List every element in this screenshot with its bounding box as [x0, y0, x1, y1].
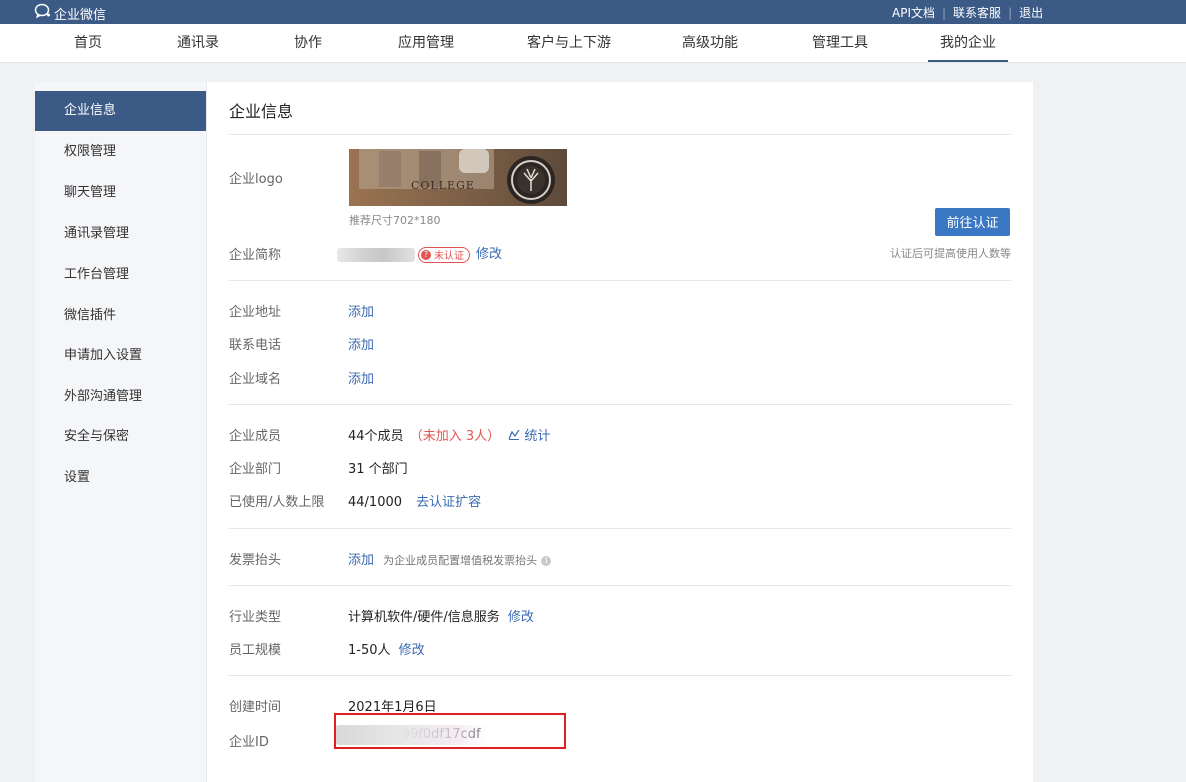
domain-label: 企业域名	[229, 372, 282, 387]
tab-app-management[interactable]: 应用管理	[396, 24, 456, 62]
industry-value: 计算机软件/硬件/信息服务	[348, 610, 500, 625]
usage-row: 44/1000 去认证扩容	[348, 491, 481, 510]
add-domain-link[interactable]: 添加	[348, 368, 374, 387]
add-address-link[interactable]: 添加	[348, 301, 374, 320]
divider	[229, 280, 1011, 281]
verify-tip: 认证后可提高使用人数等	[890, 247, 1011, 260]
divider	[229, 675, 1011, 676]
short-name-row: ? 未认证 修改	[337, 243, 502, 263]
question-icon: ?	[421, 249, 431, 260]
invoice-label: 发票抬头	[229, 553, 282, 568]
department-count: 31 个部门	[348, 462, 408, 477]
tab-management-tools[interactable]: 管理工具	[810, 24, 870, 62]
sidebar-item-join-settings[interactable]: 申请加入设置	[35, 336, 206, 376]
redacted-name	[337, 247, 415, 262]
divider	[229, 585, 1011, 586]
sidebar-item-chat-management[interactable]: 聊天管理	[35, 173, 206, 213]
usage-value: 44/1000	[348, 495, 403, 510]
enterprise-logo-image[interactable]: COLLEGE	[349, 149, 567, 206]
info-icon[interactable]: i	[541, 555, 552, 566]
sidebar-item-permissions[interactable]: 权限管理	[35, 132, 206, 172]
top-bar: 企业微信 API文档 | 联系客服 | 退出	[0, 0, 1186, 24]
members-row: 44个成员 （未加入 3人） 统计	[348, 425, 550, 444]
tab-home[interactable]: 首页	[68, 24, 108, 62]
api-docs-link[interactable]: API文档	[892, 4, 935, 21]
logout-link[interactable]: 退出	[1019, 4, 1043, 21]
logo-lettering: COLLEGE	[411, 179, 475, 192]
industry-row: 计算机软件/硬件/信息服务 修改	[348, 606, 534, 625]
stats-chart-icon	[508, 429, 520, 444]
tab-advanced-features[interactable]: 高级功能	[680, 24, 740, 62]
brand-name: 企业微信	[54, 7, 107, 23]
divider	[229, 134, 1011, 135]
scale-value: 1-50人	[348, 643, 391, 658]
address-label: 企业地址	[229, 305, 282, 320]
unverified-badge: ? 未认证	[418, 246, 470, 263]
sidebar-item-external-communication[interactable]: 外部沟通管理	[35, 377, 206, 417]
edit-scale-link[interactable]: 修改	[399, 643, 425, 658]
tab-my-enterprise[interactable]: 我的企业	[928, 24, 1008, 62]
sidebar-item-enterprise-info[interactable]: 企业信息	[35, 91, 206, 131]
content-panel: 企业信息 权限管理 聊天管理 通讯录管理 工作台管理 微信插件 申请加入设置 外…	[35, 82, 1033, 782]
add-invoice-link[interactable]: 添加	[348, 553, 374, 568]
sidebar-item-settings[interactable]: 设置	[35, 458, 206, 498]
sidebar-item-security[interactable]: 安全与保密	[35, 417, 206, 457]
sidebar-item-contacts-management[interactable]: 通讯录管理	[35, 214, 206, 254]
pending-members: （未加入 3人）	[409, 429, 501, 444]
wework-logo-icon	[34, 3, 54, 23]
add-phone-link[interactable]: 添加	[348, 334, 374, 353]
created-label: 创建时间	[229, 700, 282, 715]
divider	[229, 528, 1011, 529]
separator: |	[1008, 5, 1013, 20]
main-nav: 首页 通讯录 协作 应用管理 客户与上下游 高级功能 管理工具 我的企业	[0, 24, 1186, 63]
scale-row: 1-50人 修改	[348, 639, 425, 658]
unverified-text: 未认证	[434, 251, 464, 262]
logo-label: 企业logo	[229, 172, 283, 187]
sidebar-item-workbench[interactable]: 工作台管理	[35, 255, 206, 295]
top-links: API文档 | 联系客服 | 退出	[892, 4, 1043, 21]
members-label: 企业成员	[229, 429, 282, 444]
stats-link[interactable]: 统计	[508, 429, 550, 444]
tab-collaboration[interactable]: 协作	[288, 24, 328, 62]
invoice-row: 添加 为企业成员配置增值税发票抬头 i	[348, 549, 552, 568]
phone-label: 联系电话	[229, 338, 282, 353]
tab-customers-upstream[interactable]: 客户与上下游	[524, 24, 614, 62]
tab-contacts[interactable]: 通讯录	[171, 24, 225, 62]
departments-label: 企业部门	[229, 462, 282, 477]
edit-short-name-link[interactable]: 修改	[476, 247, 502, 262]
stats-label: 统计	[524, 429, 551, 444]
edit-industry-link[interactable]: 修改	[508, 610, 534, 625]
member-count: 44个成员	[348, 429, 404, 444]
scale-label: 员工规模	[229, 643, 282, 658]
brand[interactable]: 企业微信	[34, 3, 106, 23]
sidebar: 企业信息 权限管理 聊天管理 通讯录管理 工作台管理 微信插件 申请加入设置 外…	[35, 82, 207, 782]
verify-expand-link[interactable]: 去认证扩容	[416, 495, 481, 510]
highlight-annotation-box	[334, 713, 566, 749]
invoice-hint: 为企业成员配置增值税发票抬头	[383, 554, 538, 567]
industry-label: 行业类型	[229, 610, 282, 625]
separator: |	[942, 5, 947, 20]
logo-size-hint: 推荐尺寸702*180	[349, 214, 441, 227]
divider	[229, 404, 1011, 405]
usage-label: 已使用/人数上限	[229, 495, 325, 510]
sidebar-item-wechat-plugin[interactable]: 微信插件	[35, 296, 206, 336]
short-name-label: 企业简称	[229, 248, 282, 263]
corp-id-label: 企业ID	[229, 735, 269, 750]
page-title: 企业信息	[229, 102, 294, 121]
contact-support-link[interactable]: 联系客服	[953, 4, 1001, 21]
go-verify-button[interactable]: 前往认证	[935, 208, 1010, 236]
